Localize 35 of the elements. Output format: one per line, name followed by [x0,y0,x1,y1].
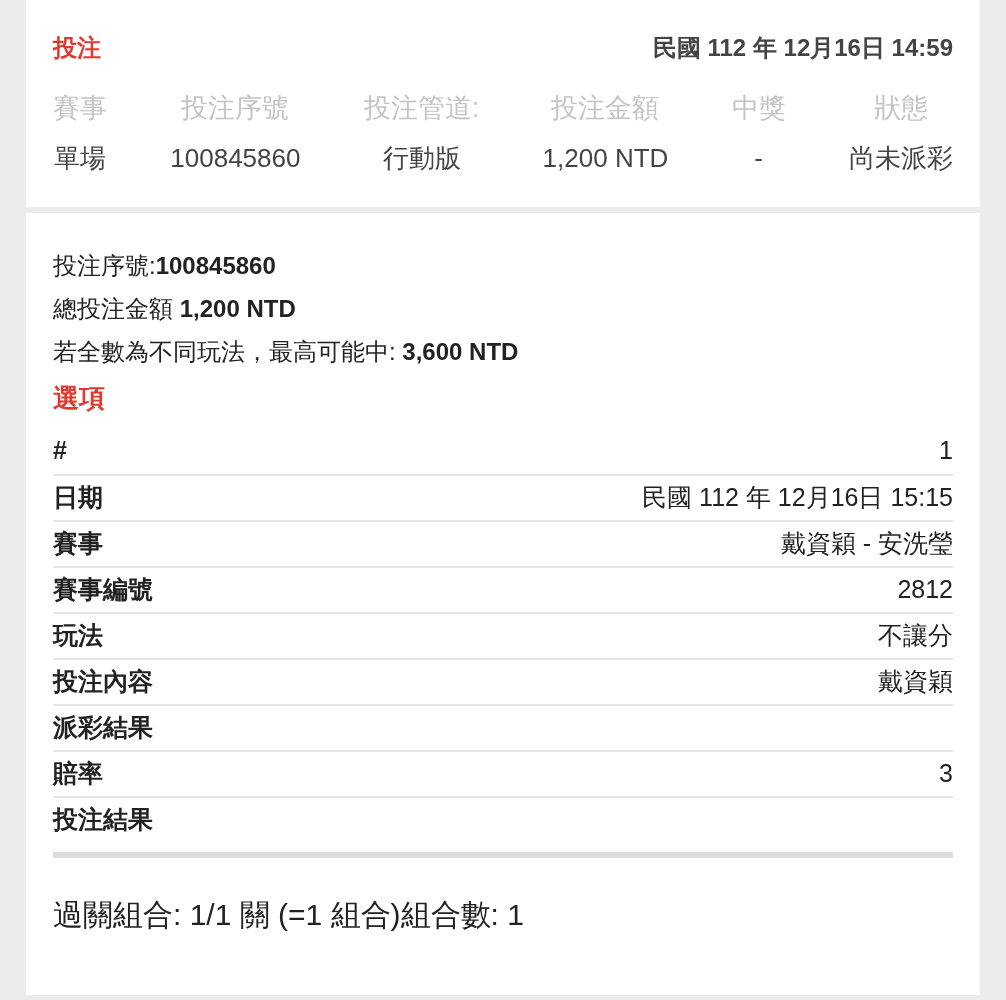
row-label: 賽事 [53,528,103,560]
column-value: 1,200 NTD [542,141,669,175]
row-value: 民國 112 年 12月16日 15:15 [642,482,953,514]
detail-line: 投注序號:100845860 [53,251,277,281]
row-value: 戴資穎 [878,666,953,698]
detail-line: 總投注金額 1,200 NTD [53,294,297,324]
detail-line: 若全數為不同玩法，最高可能中: 3,600 NTD [53,337,520,367]
row-value: 2812 [897,574,953,606]
column-value: - [754,141,763,175]
column-label: 狀態 [873,92,928,125]
row-value: 戴資穎 - 安洗瑩 [780,528,953,560]
bet-datetime: 民國 112 年 12月16日 14:59 [652,33,953,63]
row-label: 投注內容 [53,666,153,698]
row-label: 投注結果 [53,804,153,836]
row-value: 不讓分 [878,620,953,652]
row-label: 派彩結果 [53,712,153,744]
combination-text: 過關組合: 1/1 關 (=1 組合)組合數: 1 [53,897,525,933]
column-value: 單場 [54,141,106,175]
row-value: 3 [939,758,953,790]
column-label: 投注金額 [551,92,660,125]
column-value: 100845860 [170,141,301,175]
section-title: 選項 [53,382,106,415]
column-label: 中獎 [731,92,786,125]
row-label: 玩法 [53,620,103,652]
section-title: 投注 [53,33,101,63]
row-label: 賠率 [53,758,103,790]
column-value: 行動版 [382,141,461,175]
column-value: 尚未派彩 [848,141,953,175]
column-label: 賽事 [53,92,107,125]
row-label: 賽事編號 [53,574,153,606]
column-label: 投注管道: [363,92,480,125]
column-label: 投注序號 [181,92,290,125]
row-label: # [53,435,67,467]
row-label: 日期 [53,482,103,514]
row-value: 1 [939,435,953,467]
